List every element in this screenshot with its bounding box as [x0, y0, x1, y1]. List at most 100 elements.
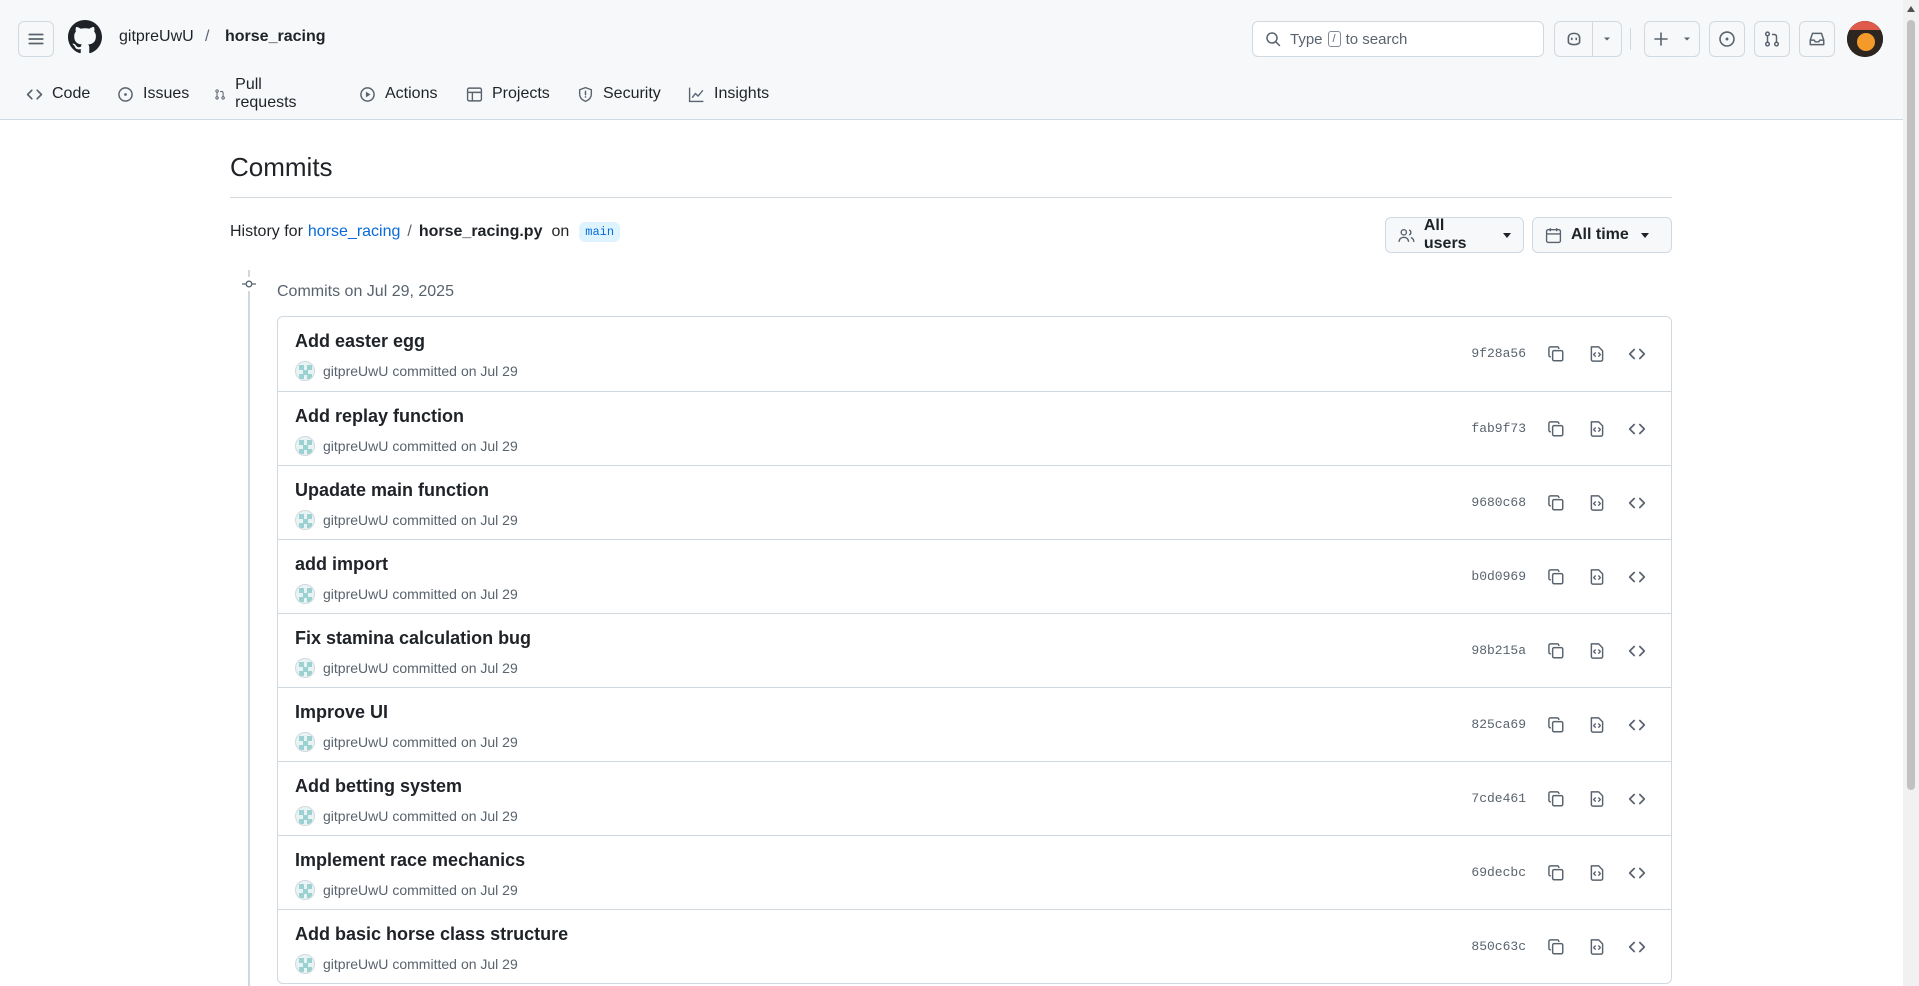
commit-title[interactable]: Add basic horse class structure [295, 924, 568, 945]
view-diff-button[interactable] [1585, 787, 1609, 811]
search-input[interactable]: Type / to search [1252, 21, 1544, 57]
commit-title[interactable]: Upadate main function [295, 480, 489, 501]
view-diff-button[interactable] [1585, 639, 1609, 663]
history-repo-link[interactable]: horse_racing [308, 223, 401, 241]
browse-code-button[interactable] [1625, 417, 1649, 441]
commit-row: Add basic horse class structure gitpreUwU… [278, 909, 1671, 983]
scrollbar-thumb[interactable] [1907, 20, 1915, 790]
copy-sha-button[interactable] [1544, 713, 1568, 737]
commit-author[interactable]: gitpreUwU [323, 438, 388, 454]
copy-sha-button[interactable] [1544, 787, 1568, 811]
author-avatar[interactable] [295, 510, 315, 530]
view-diff-button[interactable] [1585, 565, 1609, 589]
breadcrumb-repo[interactable]: horse_racing [225, 28, 325, 46]
commit-meta: gitpreUwU committed on Jul 29 [295, 584, 518, 604]
commit-title[interactable]: Add easter egg [295, 331, 425, 352]
author-avatar[interactable] [295, 806, 315, 826]
tab-actions[interactable]: Actions [359, 78, 437, 110]
view-diff-button[interactable] [1585, 342, 1609, 366]
view-diff-button[interactable] [1585, 491, 1609, 515]
commit-sha[interactable]: 9680c68 [1471, 495, 1526, 510]
commit-sha[interactable]: 850c63c [1471, 939, 1526, 954]
copy-icon [1547, 420, 1565, 438]
commit-author[interactable]: gitpreUwU [323, 512, 388, 528]
menu-button[interactable] [18, 21, 54, 57]
tab-code-label: Code [52, 85, 91, 102]
commit-title[interactable]: add import [295, 554, 388, 575]
commit-title[interactable]: Add betting system [295, 776, 462, 797]
users-filter-button[interactable]: All users [1385, 217, 1524, 253]
copilot-dropdown-button[interactable] [1593, 22, 1621, 56]
browse-code-button[interactable] [1625, 935, 1649, 959]
browse-code-button[interactable] [1625, 565, 1649, 589]
view-diff-button[interactable] [1585, 935, 1609, 959]
tab-projects[interactable]: Projects [466, 78, 550, 110]
author-avatar[interactable] [295, 954, 315, 974]
copy-sha-button[interactable] [1544, 639, 1568, 663]
author-avatar[interactable] [295, 436, 315, 456]
author-avatar[interactable] [295, 361, 315, 381]
code-icon [1628, 420, 1646, 438]
author-avatar[interactable] [295, 658, 315, 678]
commit-sha[interactable]: 69decbc [1471, 865, 1526, 880]
commit-sha[interactable]: b0d0969 [1471, 569, 1526, 584]
commit-sha[interactable]: 98b215a [1471, 643, 1526, 658]
browse-code-button[interactable] [1625, 787, 1649, 811]
view-diff-button[interactable] [1585, 417, 1609, 441]
author-avatar[interactable] [295, 732, 315, 752]
view-diff-button[interactable] [1585, 861, 1609, 885]
commit-author[interactable]: gitpreUwU [323, 734, 388, 750]
tab-insights[interactable]: Insights [688, 78, 769, 110]
browse-code-button[interactable] [1625, 861, 1649, 885]
browse-code-button[interactable] [1625, 639, 1649, 663]
commit-title[interactable]: Add replay function [295, 406, 464, 427]
page-title: Commits [230, 152, 333, 182]
time-filter-button[interactable]: All time [1532, 217, 1672, 253]
commit-author[interactable]: gitpreUwU [323, 586, 388, 602]
view-diff-button[interactable] [1585, 713, 1609, 737]
browse-code-button[interactable] [1625, 491, 1649, 515]
commit-sha[interactable]: fab9f73 [1471, 421, 1526, 436]
copy-sha-button[interactable] [1544, 861, 1568, 885]
copy-sha-button[interactable] [1544, 342, 1568, 366]
commit-sha[interactable]: 825ca69 [1471, 717, 1526, 732]
copy-sha-button[interactable] [1544, 935, 1568, 959]
author-avatar[interactable] [295, 584, 315, 604]
vertical-scrollbar[interactable] [1903, 0, 1919, 986]
commit-sha[interactable]: 7cde461 [1471, 791, 1526, 806]
branch-badge[interactable]: main [579, 222, 621, 242]
commit-author[interactable]: gitpreUwU [323, 660, 388, 676]
github-logo-icon[interactable] [68, 20, 102, 54]
pull-requests-button[interactable] [1754, 21, 1790, 57]
scroll-up-arrow-icon[interactable] [1907, 6, 1915, 12]
tab-pull-requests[interactable]: Pull requests [214, 76, 301, 111]
commit-title[interactable]: Implement race mechanics [295, 850, 525, 871]
commit-title[interactable]: Improve UI [295, 702, 388, 723]
breadcrumb-separator: / [205, 28, 210, 45]
commit-author[interactable]: gitpreUwU [323, 956, 388, 972]
avatar-image-icon [1847, 21, 1883, 57]
inbox-button[interactable] [1799, 21, 1835, 57]
header-divider [1630, 28, 1631, 50]
commit-author[interactable]: gitpreUwU [323, 882, 388, 898]
copy-sha-button[interactable] [1544, 565, 1568, 589]
commit-author[interactable]: gitpreUwU [323, 808, 388, 824]
browse-code-button[interactable] [1625, 342, 1649, 366]
copy-sha-button[interactable] [1544, 491, 1568, 515]
tab-code[interactable]: Code [26, 78, 90, 110]
author-avatar[interactable] [295, 880, 315, 900]
browse-code-button[interactable] [1625, 713, 1649, 737]
commit-meta: gitpreUwU committed on Jul 29 [295, 880, 518, 900]
breadcrumb-owner[interactable]: gitpreUwU [119, 28, 194, 46]
tab-security[interactable]: Security [577, 78, 661, 110]
issues-button[interactable] [1709, 21, 1745, 57]
commit-title[interactable]: Fix stamina calculation bug [295, 628, 531, 649]
commit-author[interactable]: gitpreUwU [323, 363, 388, 379]
search-placeholder-before: Type [1290, 30, 1323, 48]
copy-sha-button[interactable] [1544, 417, 1568, 441]
user-avatar[interactable] [1847, 21, 1883, 57]
tab-issues[interactable]: Issues [117, 78, 189, 110]
commit-sha[interactable]: 9f28a56 [1471, 346, 1526, 361]
create-new-button[interactable] [1644, 21, 1700, 57]
copilot-button[interactable] [1555, 22, 1592, 56]
